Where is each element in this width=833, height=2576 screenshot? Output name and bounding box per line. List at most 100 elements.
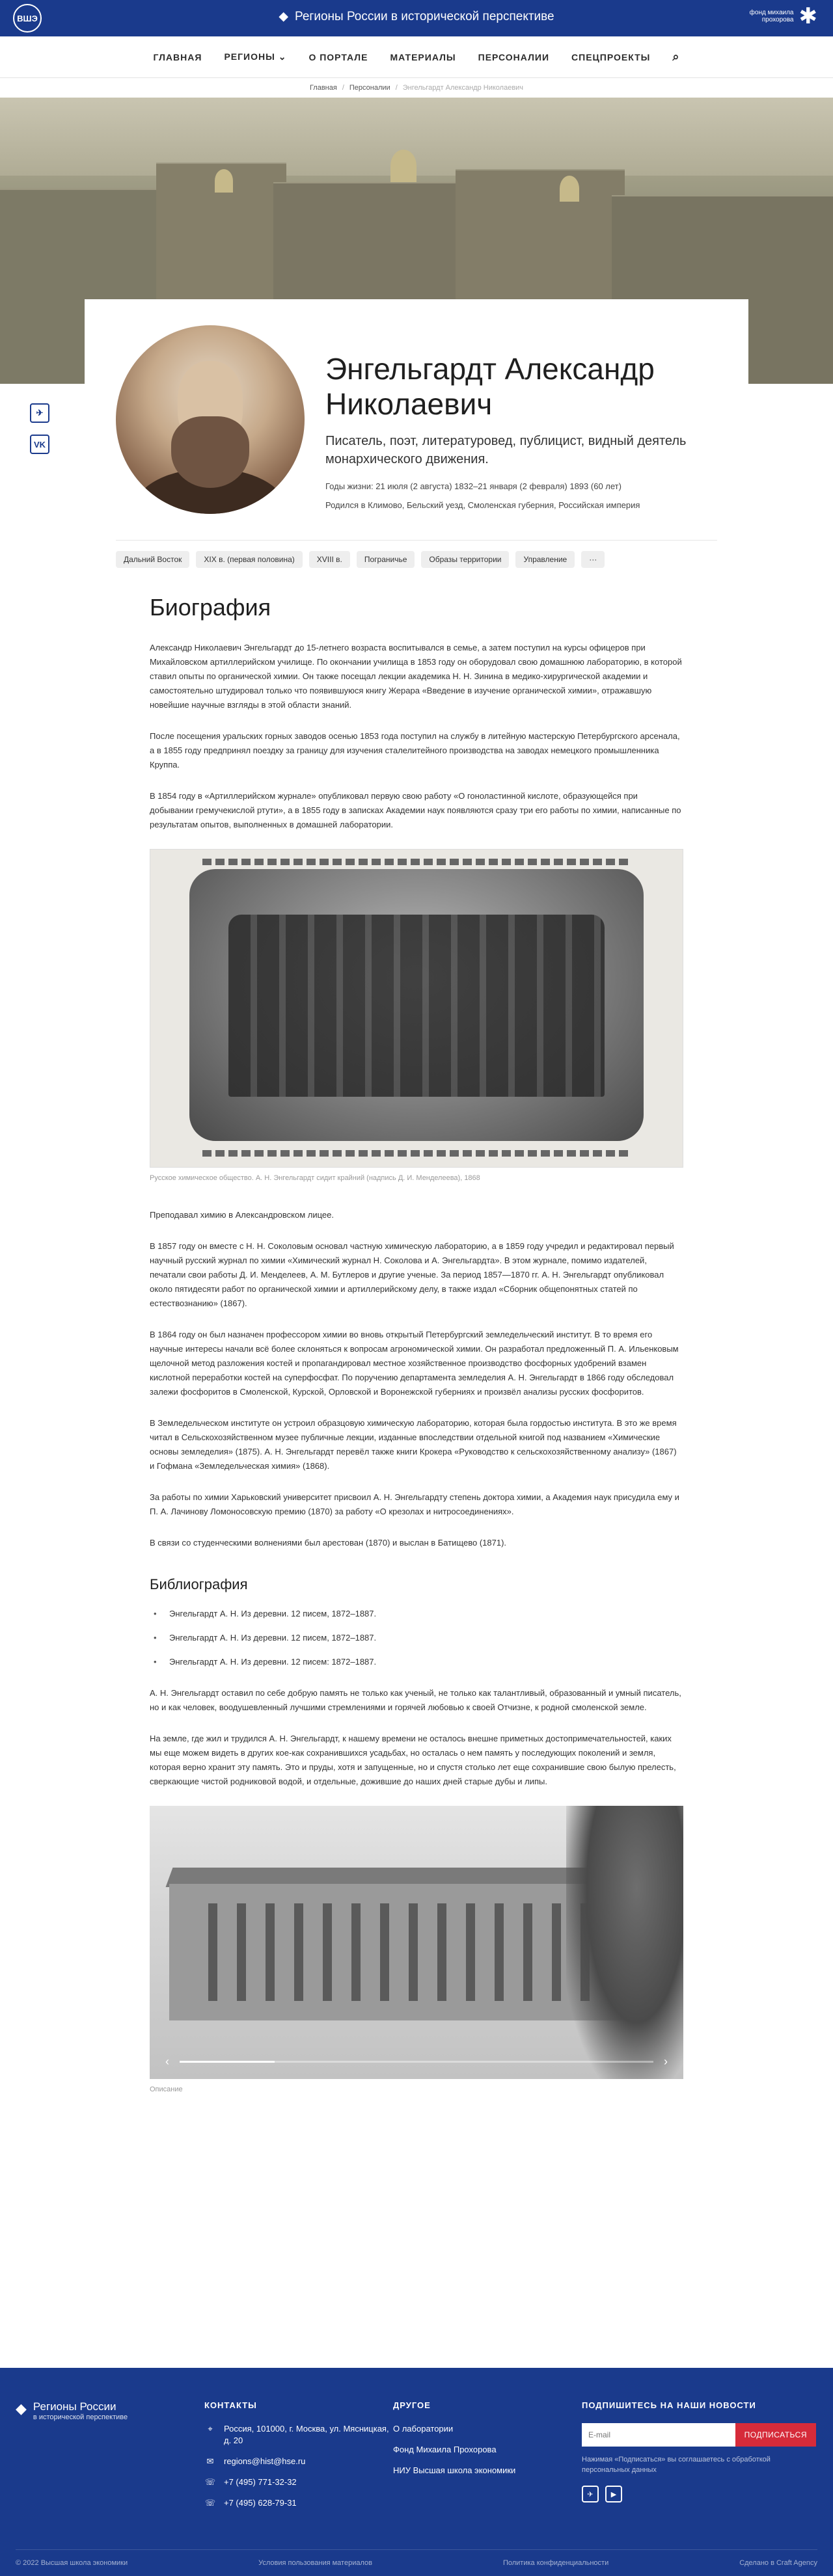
person-card: Энгельгардт Александр Николаевич Писател…: [85, 299, 748, 2316]
breadcrumb-separator: /: [395, 84, 398, 92]
person-portrait: [116, 325, 305, 514]
bio-paragraph: Преподавал химию в Александровском лицее…: [150, 1210, 334, 1220]
privacy-link[interactable]: Политика конфиденциальности: [503, 2559, 608, 2567]
portrait-beard: [171, 416, 249, 488]
person-name: Энгельгардт Александр Николаевич: [325, 352, 655, 421]
tag[interactable]: Пограничье: [356, 551, 415, 568]
footer-phone[interactable]: +7 (495) 628-79-31: [224, 2497, 297, 2509]
list-item: Энгельгардт А. Н. Из деревни. 12 писем, …: [150, 1633, 683, 1643]
bibliography-title: Библиография: [150, 1576, 248, 1592]
footer-brand-title: Регионы России: [33, 2400, 116, 2413]
top-bar: ВШЭ ◆ Регионы России в исторической персп…: [0, 0, 833, 36]
footer-link-fund[interactable]: Фонд Михаила Прохорова: [393, 2444, 497, 2456]
telegram-icon[interactable]: ✈: [582, 2486, 599, 2502]
footer-link-lab[interactable]: О лаборатории: [393, 2423, 453, 2435]
footer-brand[interactable]: ◆ Регионы России в исторической перспект…: [16, 2400, 204, 2518]
photo-inscription: [202, 1150, 631, 1157]
photo-inscription: [202, 859, 631, 865]
slider-prev-icon[interactable]: ‹: [165, 2055, 169, 2069]
hero-sky: [0, 98, 833, 176]
search-icon[interactable]: ⌕: [672, 50, 679, 64]
slider-controls: ‹ ›: [165, 2055, 668, 2069]
nav-regions[interactable]: РЕГИОНЫ ⌄: [224, 51, 286, 62]
list-item: Энгельгардт А. Н. Из деревни. 12 писем, …: [150, 1609, 683, 1618]
photo-group-people: [228, 915, 605, 1097]
prokhorov-fund-logo[interactable]: фонд михаила прохорова ✱: [748, 5, 817, 27]
subscribe-button[interactable]: ПОДПИСАТЬСЯ: [735, 2423, 816, 2447]
footer-brand-subtitle: в исторической перспективе: [33, 2413, 128, 2421]
bio-paragraph: За работы по химии Харьковский университ…: [150, 1492, 679, 1516]
person-header: Энгельгардт Александр Николаевич Писател…: [116, 325, 717, 514]
site-brand[interactable]: ◆ Регионы России в исторической перспекти…: [0, 9, 833, 24]
phone-icon: ☏: [204, 2498, 216, 2508]
bibliography-list: Энгельгардт А. Н. Из деревни. 12 писем, …: [150, 1609, 683, 1667]
bio-paragraph: На земле, где жил и трудился А. Н. Энгел…: [150, 1734, 676, 1786]
slider-building-windows: [189, 1903, 625, 2001]
group-photo: [150, 849, 683, 1168]
russia-map-icon: ◆: [279, 10, 289, 23]
footer-columns: ◆ Регионы России в исторической перспект…: [16, 2400, 817, 2518]
share-telegram-button[interactable]: ✈: [30, 403, 49, 423]
tag-list: Дальний Восток XIX в. (первая половина) …: [116, 540, 717, 568]
bio-paragraph: После посещения уральских горных заводов…: [150, 731, 680, 770]
fund-text: фонд михаила прохорова: [749, 9, 794, 23]
footer-phone[interactable]: +7 (495) 771-32-32: [224, 2476, 297, 2488]
slider-progress[interactable]: [180, 2061, 653, 2063]
bio-paragraph: Александр Николаевич Энгельгардт до 15-л…: [150, 643, 682, 710]
photo-caption: Русское химическое общество. А. Н. Энгел…: [150, 1174, 480, 1182]
nav-materials[interactable]: МАТЕРИАЛЫ: [390, 52, 456, 62]
bio-paragraph: В Земледельческом институте он устроил о…: [150, 1418, 677, 1471]
mail-icon: ✉: [206, 2456, 214, 2466]
bio-paragraph: А. Н. Энгельгардт оставил по себе добрую…: [150, 1688, 681, 1712]
bio-paragraph: В 1864 году он был назначен профессором …: [150, 1330, 679, 1397]
breadcrumb: Главная / Персоналии / Энгельгардт Алекс…: [0, 78, 833, 98]
footer-email[interactable]: regions@hist@hse.ru: [224, 2456, 305, 2467]
nav-home[interactable]: ГЛАВНАЯ: [154, 52, 202, 62]
nav-about[interactable]: О ПОРТАЛЕ: [308, 52, 368, 62]
footer-social: ✈ ▶: [582, 2486, 816, 2502]
slider-progress-fill: [180, 2061, 275, 2063]
biography-title: Биография: [150, 594, 271, 621]
main-nav: ГЛАВНАЯ РЕГИОНЫ ⌄ О ПОРТАЛЕ МАТЕРИАЛЫ ПЕ…: [0, 36, 833, 78]
hero-dome: [560, 176, 579, 202]
russia-map-icon: ◆: [16, 2400, 27, 2417]
tag[interactable]: XIX в. (первая половина): [196, 551, 303, 568]
slider-caption: Описание: [150, 2086, 183, 2093]
copyright: © 2022 Высшая школа экономики: [16, 2559, 128, 2567]
person-role: Писатель, поэт, литературовед, публицист…: [325, 434, 687, 466]
footer-other: ДРУГОЕ О лаборатории Фонд Михаила Прохор…: [393, 2400, 582, 2518]
share-vk-button[interactable]: VK: [30, 435, 49, 454]
person-years: Годы жизни: 21 июля (2 августа) 1832–21 …: [325, 481, 621, 491]
tag[interactable]: Управление: [515, 551, 575, 568]
bio-paragraph: В 1857 году он вместе с Н. Н. Соколовым …: [150, 1241, 674, 1308]
footer-contacts: КОНТАКТЫ ⌖ Россия, 101000, г. Москва, ул.…: [204, 2400, 393, 2518]
nav-persons[interactable]: ПЕРСОНАЛИИ: [478, 52, 549, 62]
slider-next-icon[interactable]: ›: [664, 2055, 668, 2069]
person-info: Энгельгардт Александр Николаевич Писател…: [325, 325, 717, 514]
tag[interactable]: XVIII в.: [308, 551, 350, 568]
subscribe-form: ПОДПИСАТЬСЯ: [582, 2423, 816, 2447]
breadcrumb-home[interactable]: Главная: [310, 84, 337, 92]
subscribe-note: Нажимая «Подписаться» вы соглашаетесь с …: [582, 2456, 771, 2474]
more-tags-button[interactable]: ···: [581, 551, 605, 568]
tag[interactable]: Дальний Восток: [116, 551, 190, 568]
phone-icon: ☏: [204, 2477, 216, 2487]
made-by-link[interactable]: Сделано в Craft Agency: [739, 2559, 817, 2567]
breadcrumb-persons[interactable]: Персоналии: [349, 84, 390, 92]
youtube-icon[interactable]: ▶: [605, 2486, 622, 2502]
email-field[interactable]: [582, 2423, 735, 2447]
footer-address: Россия, 101000, г. Москва, ул. Мясницкая…: [224, 2424, 389, 2445]
hero-dome: [390, 150, 416, 182]
image-slider[interactable]: ‹ ›: [150, 1806, 683, 2079]
breadcrumb-separator: /: [342, 84, 344, 92]
tag[interactable]: Образы территории: [421, 551, 510, 568]
footer-link-hse[interactable]: НИУ Высшая школа экономики: [393, 2465, 515, 2476]
bio-paragraph: В 1854 году в «Артиллерийском журнале» о…: [150, 791, 681, 829]
terms-link[interactable]: Условия пользования материалов: [258, 2559, 372, 2567]
location-pin-icon: ⌖: [208, 2424, 213, 2434]
chevron-down-icon: ⌄: [278, 51, 287, 62]
footer: ◆ Регионы России в исторической перспект…: [0, 2368, 833, 2576]
nav-special[interactable]: СПЕЦПРОЕКТЫ: [571, 52, 650, 62]
footer-subscribe: ПОДПИШИТЕСЬ НА НАШИ НОВОСТИ ПОДПИСАТЬСЯ …: [582, 2400, 816, 2518]
slider-tree: [566, 1806, 683, 2079]
